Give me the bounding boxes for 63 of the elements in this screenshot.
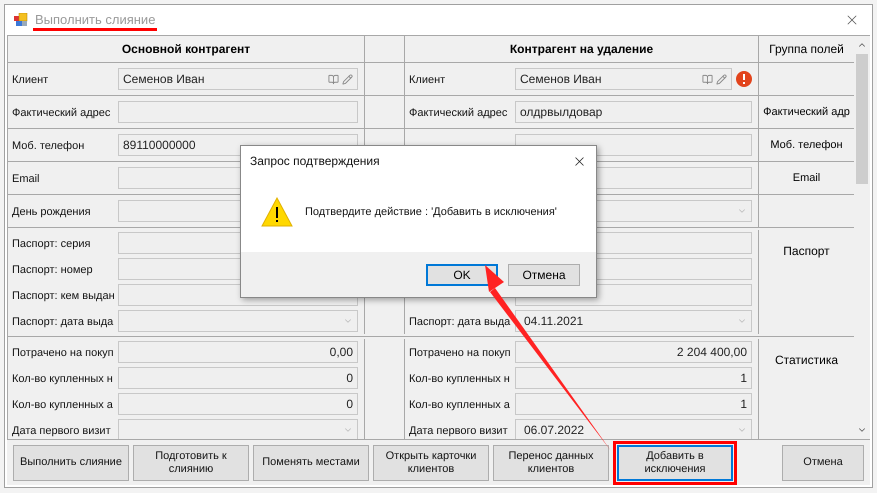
field-label: Клиент [409,74,446,86]
column-header: Группа полей [769,41,844,58]
action-button[interactable]: Подготовить к слиянию [133,444,249,480]
number-field[interactable]: 0 [118,393,358,415]
field-label: Дата первого визит [12,425,111,437]
field-label: Потрачено на покуп [12,347,114,359]
group-label: Статистика [774,352,838,369]
field-label: Фактический адрес [12,107,110,119]
field-label: День рождения [12,206,91,218]
field-label: Кол-во купленных а [409,399,510,411]
date-field[interactable]: 04.11.2021 [515,310,752,332]
dialog-button[interactable]: OK [426,264,498,286]
field-value: Семенов Иван [123,71,206,88]
number-field[interactable]: 2 204 400,00 [515,341,752,363]
field-value: Семенов Иван [520,71,602,88]
field-label: Кол-во купленных н [12,373,113,385]
field-label: Кол-во купленных н [409,373,510,385]
lookup-field[interactable]: Семенов Иван [118,68,358,90]
group-label: Паспорт [783,243,830,260]
text-field[interactable]: олдрвылдовар [515,101,752,123]
field-value: 0 [346,396,353,413]
column-header: Контрагент на удаление [510,41,654,58]
action-button[interactable]: Поменять местами [253,444,369,480]
date-field[interactable]: 06.07.2022 [515,419,752,439]
field-label: Клиент [12,74,48,86]
number-field[interactable]: 0 [118,367,358,389]
field-label: Потрачено на покуп [409,347,511,359]
field-value: 2 204 400,00 [676,344,747,361]
dialog-message: Подтвердите действие : 'Добавить в исключения' [305,204,557,220]
lookup-field[interactable]: Семенов Иван [515,68,732,90]
field-label: Паспорт: кем выдан [12,290,115,302]
window-title: Выполнить слияние [35,12,156,27]
field-label: Паспорт: серия [12,238,90,250]
dialog-button[interactable]: Отмена [508,264,580,286]
field-label: Паспорт: номер [12,264,93,276]
group-label: Фактический адр [763,105,850,120]
number-field[interactable]: 1 [515,367,752,389]
field-label: Дата первого визит [409,425,508,437]
field-label: Кол-во купленных а [12,399,113,411]
field-value: 06.07.2022 [523,422,584,439]
field-label: Паспорт: дата выда [409,316,510,328]
action-button[interactable]: Открыть карточки клиентов [373,444,489,480]
action-button[interactable]: Выполнить слияние [13,444,129,480]
field-value: 0,00 [330,344,353,361]
field-value: 0 [346,370,353,387]
field-value: 1 [740,396,747,413]
number-field[interactable]: 0,00 [118,341,358,363]
field-value: 04.11.2021 [523,313,584,330]
action-button[interactable]: Перенос данных клиентов [493,444,609,480]
field-label: Паспорт: дата выда [12,316,114,328]
action-button[interactable]: Добавить в исключения [617,444,733,480]
number-field[interactable]: 1 [515,393,752,415]
field-label: Email [12,173,40,185]
group-label: Моб. телефон [770,138,843,153]
field-label: Моб. телефон [12,140,84,152]
group-label: Email [792,171,820,186]
field-value: олдрвылдовар [520,104,602,121]
column-header: Основной контрагент [122,41,250,58]
dialog-title: Запрос подтверждения [250,153,381,170]
action-button[interactable]: Отмена [782,444,864,480]
field-label: Фактический адрес [409,107,508,119]
field-value: 89110000000 [123,137,196,154]
field-value: 1 [740,370,747,387]
